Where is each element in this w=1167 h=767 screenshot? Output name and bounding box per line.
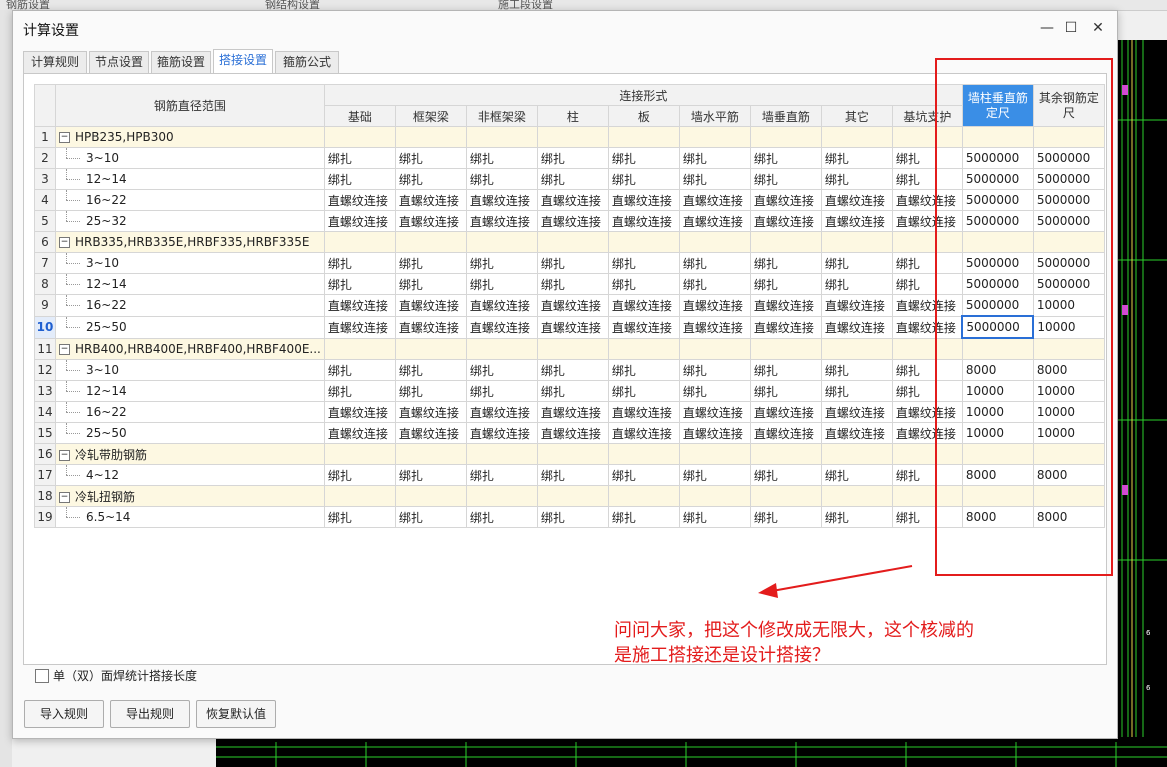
annotation-line-2: 是施工搭接还是设计搭接？: [614, 645, 830, 666]
annotation-line-1: 问问大家，把这个修改成无限大，这个核减的: [614, 620, 974, 641]
annotation-text: 问问大家，把这个修改成无限大，这个核减的 是施工搭接还是设计搭接？: [614, 618, 1054, 668]
